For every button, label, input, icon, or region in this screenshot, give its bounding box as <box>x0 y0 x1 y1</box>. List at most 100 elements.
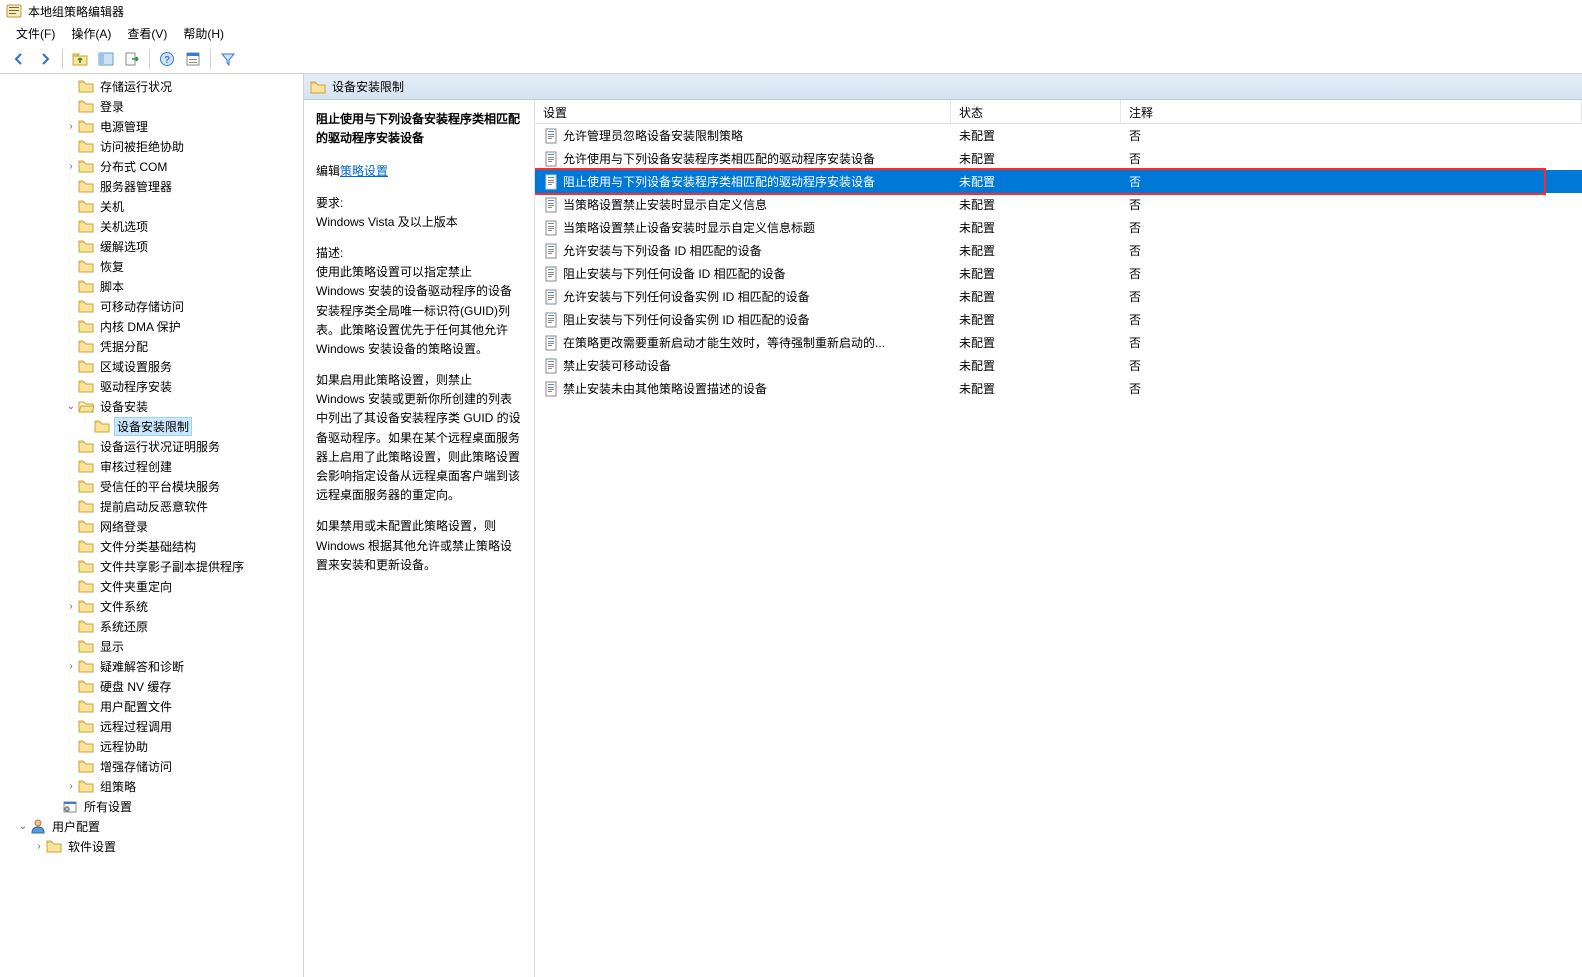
category-title: 设备安装限制 <box>332 78 404 95</box>
tree-item-label: 受信任的平台模块服务 <box>98 478 222 495</box>
cell-state: 未配置 <box>951 125 1121 146</box>
list-row[interactable]: 阻止使用与下列设备安装程序类相匹配的驱动程序安装设备未配置否 <box>535 170 1582 193</box>
tree-item[interactable]: 网络登录 <box>0 516 303 536</box>
cell-setting: 阻止安装与下列任何设备实例 ID 相匹配的设备 <box>535 309 951 330</box>
folder-icon <box>78 158 94 174</box>
expand-icon[interactable]: › <box>64 161 78 172</box>
tree-item-label: 设备安装限制 <box>114 417 192 436</box>
col-header-state[interactable]: 状态 <box>951 100 1121 123</box>
collapse-icon[interactable]: ⌄ <box>64 401 78 412</box>
tree-item-label: 缓解选项 <box>98 238 150 255</box>
list-row[interactable]: 允许使用与下列设备安装程序类相匹配的驱动程序安装设备未配置否 <box>535 147 1582 170</box>
folder-icon <box>78 398 94 414</box>
tree-item[interactable]: 设备安装限制 <box>0 416 303 436</box>
cell-note: 否 <box>1121 332 1582 353</box>
toolbar: ? <box>0 44 1582 74</box>
tree-item[interactable]: ›电源管理 <box>0 116 303 136</box>
tree-item[interactable]: 关机 <box>0 196 303 216</box>
tree-item[interactable]: 内核 DMA 保护 <box>0 316 303 336</box>
collapse-icon[interactable]: ⌄ <box>16 821 30 832</box>
edit-policy-link[interactable]: 策略设置 <box>340 164 388 178</box>
col-header-setting[interactable]: 设置 <box>535 100 951 123</box>
expand-icon[interactable]: › <box>64 781 78 792</box>
list-row[interactable]: 允许安装与下列设备 ID 相匹配的设备未配置否 <box>535 239 1582 262</box>
tree-item[interactable]: 登录 <box>0 96 303 116</box>
tree-item[interactable]: 可移动存储访问 <box>0 296 303 316</box>
expand-icon[interactable]: › <box>32 841 46 852</box>
show-hide-tree-button[interactable] <box>93 47 119 71</box>
tree-item[interactable]: ›组策略 <box>0 776 303 796</box>
export-button[interactable] <box>119 47 145 71</box>
menu-help[interactable]: 帮助(H) <box>175 23 232 44</box>
policy-icon <box>543 174 559 190</box>
list-row[interactable]: 阻止安装与下列任何设备实例 ID 相匹配的设备未配置否 <box>535 308 1582 331</box>
folder-icon <box>78 198 94 214</box>
tree-item[interactable]: 关机选项 <box>0 216 303 236</box>
tree-item[interactable]: 服务器管理器 <box>0 176 303 196</box>
folder-icon <box>94 418 110 434</box>
tree-item[interactable]: ›疑难解答和诊断 <box>0 656 303 676</box>
tree-item[interactable]: 所有设置 <box>0 796 303 816</box>
tree-item-label: 文件分类基础结构 <box>98 538 198 555</box>
tree-item[interactable]: 文件夹重定向 <box>0 576 303 596</box>
policy-icon <box>543 151 559 167</box>
tree-item[interactable]: 设备运行状况证明服务 <box>0 436 303 456</box>
tree-item[interactable]: 远程协助 <box>0 736 303 756</box>
tree-item[interactable]: 远程过程调用 <box>0 716 303 736</box>
tree-pane[interactable]: 存储运行状况登录›电源管理访问被拒绝协助›分布式 COM服务器管理器关机关机选项… <box>0 74 304 977</box>
tree-item[interactable]: 受信任的平台模块服务 <box>0 476 303 496</box>
list-row[interactable]: 当策略设置禁止安装时显示自定义信息未配置否 <box>535 193 1582 216</box>
title-bar[interactable]: 本地组策略编辑器 <box>0 0 1582 22</box>
list-row[interactable]: 禁止安装可移动设备未配置否 <box>535 354 1582 377</box>
tree-item[interactable]: 驱动程序安装 <box>0 376 303 396</box>
tree-item[interactable]: 用户配置文件 <box>0 696 303 716</box>
tree-item[interactable]: 存储运行状况 <box>0 76 303 96</box>
expand-icon[interactable]: › <box>64 661 78 672</box>
tree-item[interactable]: 访问被拒绝协助 <box>0 136 303 156</box>
tree-item[interactable]: ›分布式 COM <box>0 156 303 176</box>
tree-item[interactable]: 文件共享影子副本提供程序 <box>0 556 303 576</box>
help-button[interactable]: ? <box>154 47 180 71</box>
tree-item[interactable]: 凭据分配 <box>0 336 303 356</box>
folder-icon <box>78 558 94 574</box>
forward-button[interactable] <box>32 47 58 71</box>
menu-action[interactable]: 操作(A) <box>63 23 119 44</box>
cell-note: 否 <box>1121 378 1582 399</box>
tree-item[interactable]: 缓解选项 <box>0 236 303 256</box>
tree-item[interactable]: 文件分类基础结构 <box>0 536 303 556</box>
tree-item-label: 用户配置 <box>50 818 102 835</box>
list-row[interactable]: 在策略更改需要重新启动才能生效时，等待强制重新启动的...未配置否 <box>535 331 1582 354</box>
list-row[interactable]: 阻止安装与下列任何设备 ID 相匹配的设备未配置否 <box>535 262 1582 285</box>
expand-icon[interactable]: › <box>64 121 78 132</box>
tree-item[interactable]: 审核过程创建 <box>0 456 303 476</box>
tree-item[interactable]: 显示 <box>0 636 303 656</box>
list-row[interactable]: 允许管理员忽略设备安装限制策略未配置否 <box>535 124 1582 147</box>
tree-item[interactable]: 区域设置服务 <box>0 356 303 376</box>
cell-state: 未配置 <box>951 171 1121 192</box>
expand-icon[interactable]: › <box>64 601 78 612</box>
list-row[interactable]: 禁止安装未由其他策略设置描述的设备未配置否 <box>535 377 1582 400</box>
tree-item[interactable]: 硬盘 NV 缓存 <box>0 676 303 696</box>
policy-icon <box>543 312 559 328</box>
tree-item[interactable]: 系统还原 <box>0 616 303 636</box>
up-folder-button[interactable] <box>67 47 93 71</box>
menu-view[interactable]: 查看(V) <box>119 23 175 44</box>
tree-item[interactable]: ⌄ 用户配置 <box>0 816 303 836</box>
description-p2: 如果启用此策略设置，则禁止 Windows 安装或更新你所创建的列表中列出了其设… <box>316 371 522 505</box>
tree-item[interactable]: ›软件设置 <box>0 836 303 856</box>
back-button[interactable] <box>6 47 32 71</box>
tree-item[interactable]: ⌄设备安装 <box>0 396 303 416</box>
tree-item[interactable]: 恢复 <box>0 256 303 276</box>
tree-item[interactable]: 增强存储访问 <box>0 756 303 776</box>
folder-icon <box>78 478 94 494</box>
list-row[interactable]: 允许安装与下列任何设备实例 ID 相匹配的设备未配置否 <box>535 285 1582 308</box>
tree-item[interactable]: 脚本 <box>0 276 303 296</box>
menu-file[interactable]: 文件(F) <box>8 23 63 44</box>
col-header-note[interactable]: 注释 <box>1121 100 1582 123</box>
tree-item[interactable]: ›文件系统 <box>0 596 303 616</box>
cell-state: 未配置 <box>951 286 1121 307</box>
properties-button[interactable] <box>180 47 206 71</box>
filter-button[interactable] <box>215 47 241 71</box>
tree-item[interactable]: 提前启动反恶意软件 <box>0 496 303 516</box>
list-row[interactable]: 当策略设置禁止设备安装时显示自定义信息标题未配置否 <box>535 216 1582 239</box>
